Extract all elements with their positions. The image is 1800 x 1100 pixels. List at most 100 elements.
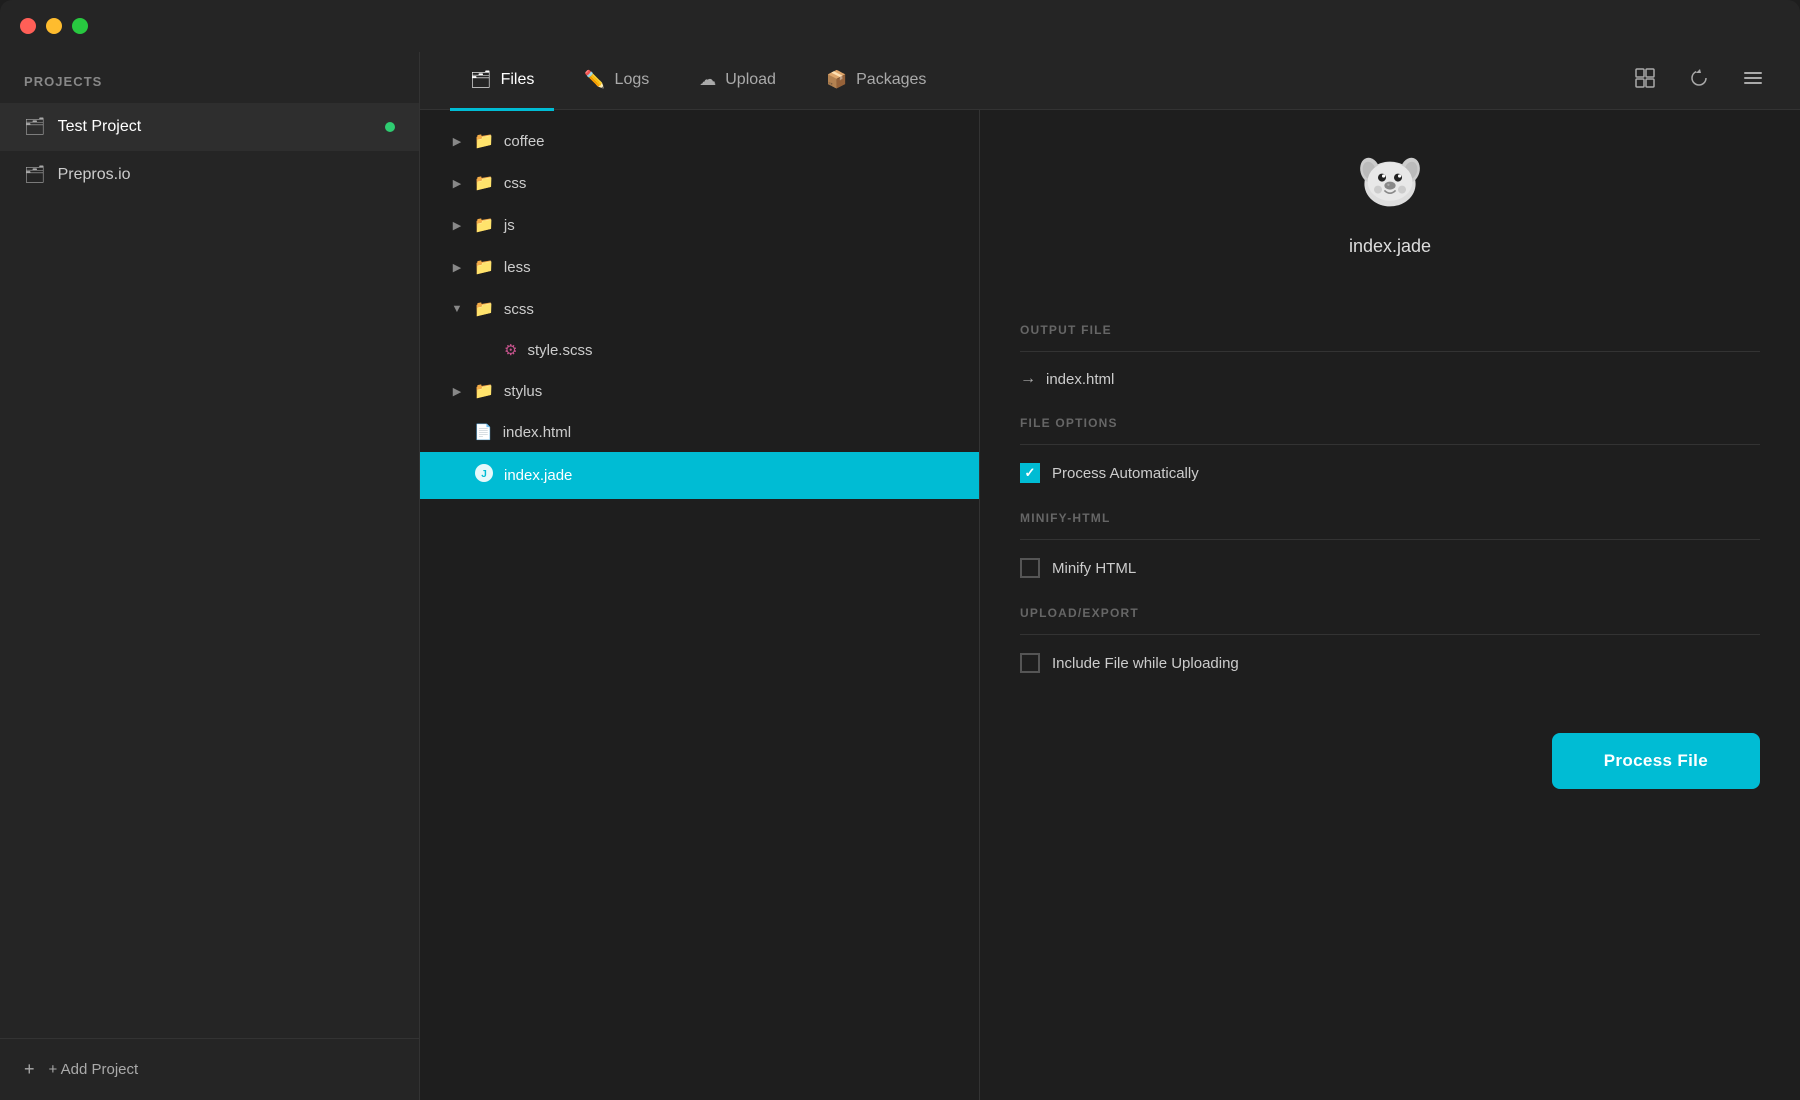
jade-file-icon: J — [474, 463, 494, 488]
tree-item-label: scss — [504, 301, 534, 318]
tree-item-label: stylus — [504, 383, 542, 400]
folder-tab-icon: 🗂 — [470, 70, 492, 90]
content-area: 🗂 Files ✏️ Logs ☁ Upload 📦 Packages — [420, 52, 1800, 1100]
tab-logs[interactable]: ✏️ Logs — [564, 53, 669, 111]
svg-text:J: J — [481, 469, 487, 480]
folder-icon: 📁 — [474, 381, 494, 401]
chevron-down-icon: ▼ — [450, 303, 464, 315]
minify-html-section: MINIFY-HTML Minify HTML — [1020, 511, 1760, 578]
main-layout: PROJECTS 🗂 Test Project 🗂 Prepros.io + +… — [0, 52, 1800, 1100]
tab-files-label: Files — [501, 71, 535, 89]
divider — [1020, 539, 1760, 540]
html-file-icon: 📄 — [474, 423, 493, 441]
divider — [1020, 444, 1760, 445]
tab-files[interactable]: 🗂 Files — [450, 53, 554, 111]
tab-packages[interactable]: 📦 Packages — [806, 53, 946, 111]
pen-tab-icon: ✏️ — [584, 70, 605, 90]
tab-upload-label: Upload — [725, 71, 776, 89]
output-file-section: OUTPUT FILE → index.html — [1020, 323, 1760, 388]
tree-item-label: index.jade — [504, 467, 572, 484]
chevron-right-icon: ▶ — [450, 261, 464, 274]
project-label: Prepros.io — [58, 166, 131, 184]
file-preview: index.jade — [1020, 140, 1760, 287]
tree-item-label: coffee — [504, 133, 545, 150]
prepros-mascot-icon — [1350, 140, 1430, 220]
divider — [1020, 351, 1760, 352]
traffic-lights — [20, 18, 88, 34]
tabs-bar: 🗂 Files ✏️ Logs ☁ Upload 📦 Packages — [420, 52, 1800, 110]
sidebar-item-prepros-io[interactable]: 🗂 Prepros.io — [0, 151, 419, 199]
process-auto-checkbox[interactable] — [1020, 463, 1040, 483]
sidebar-header: PROJECTS — [0, 52, 419, 103]
tree-item-stylus[interactable]: ▶ 📁 stylus — [420, 370, 979, 412]
tabs-left: 🗂 Files ✏️ Logs ☁ Upload 📦 Packages — [450, 52, 1628, 110]
file-options-section: FILE OPTIONS Process Automatically — [1020, 416, 1760, 483]
add-project-label: + Add Project — [49, 1061, 139, 1078]
include-file-row: Include File while Uploading — [1020, 653, 1760, 673]
sidebar: PROJECTS 🗂 Test Project 🗂 Prepros.io + +… — [0, 52, 420, 1100]
files-detail: ▶ 📁 coffee ▶ 📁 css ▶ 📁 js — [420, 110, 1800, 1100]
minify-html-option-label: Minify HTML — [1052, 560, 1136, 577]
project-label: Test Project — [58, 118, 142, 136]
include-file-checkbox[interactable] — [1020, 653, 1040, 673]
folder-icon: 📁 — [474, 173, 494, 193]
tree-item-style-scss[interactable]: ⚙ style.scss — [420, 330, 979, 370]
tree-item-label: css — [504, 175, 527, 192]
tree-item-less[interactable]: ▶ 📁 less — [420, 246, 979, 288]
divider — [1020, 634, 1760, 635]
tabs-right — [1628, 61, 1770, 101]
tree-item-label: style.scss — [527, 342, 592, 359]
close-button[interactable] — [20, 18, 36, 34]
chevron-right-icon: ▶ — [450, 135, 464, 148]
grid-icon — [1634, 67, 1656, 89]
tree-item-css[interactable]: ▶ 📁 css — [420, 162, 979, 204]
process-btn-container: Process File — [1020, 733, 1760, 789]
folder-icon: 📁 — [474, 257, 494, 277]
grid-view-button[interactable] — [1628, 61, 1662, 101]
process-auto-row: Process Automatically — [1020, 463, 1760, 483]
detail-file-name: index.jade — [1349, 236, 1431, 257]
folder-icon: 📁 — [474, 131, 494, 151]
cloud-tab-icon: ☁ — [699, 70, 716, 90]
process-auto-label: Process Automatically — [1052, 465, 1199, 482]
folder-icon: 📁 — [474, 299, 494, 319]
tree-item-js[interactable]: ▶ 📁 js — [420, 204, 979, 246]
tab-upload[interactable]: ☁ Upload — [679, 53, 796, 111]
minify-html-checkbox[interactable] — [1020, 558, 1040, 578]
tree-item-label: index.html — [503, 424, 571, 441]
chevron-right-icon: ▶ — [450, 219, 464, 232]
scss-file-icon: ⚙ — [504, 341, 517, 359]
maximize-button[interactable] — [72, 18, 88, 34]
arrow-right-icon: → — [1020, 370, 1036, 388]
file-options-label: FILE OPTIONS — [1020, 416, 1760, 430]
upload-export-section: UPLOAD/EXPORT Include File while Uploadi… — [1020, 606, 1760, 673]
folder-icon: 🗂 — [24, 165, 46, 185]
tree-item-label: less — [504, 259, 531, 276]
titlebar — [0, 0, 1800, 52]
tab-packages-label: Packages — [856, 71, 926, 89]
minify-html-row: Minify HTML — [1020, 558, 1760, 578]
tree-item-index-jade[interactable]: J index.jade — [420, 452, 979, 499]
sidebar-item-test-project[interactable]: 🗂 Test Project — [0, 103, 419, 151]
process-file-button[interactable]: Process File — [1552, 733, 1760, 789]
tab-logs-label: Logs — [615, 71, 650, 89]
sidebar-footer: + + Add Project — [0, 1038, 419, 1100]
add-project-button[interactable]: + + Add Project — [24, 1059, 138, 1080]
plus-icon: + — [24, 1059, 35, 1080]
tree-item-scss[interactable]: ▼ 📁 scss — [420, 288, 979, 330]
detail-panel: index.jade OUTPUT FILE → index.html FILE… — [980, 110, 1800, 1100]
upload-export-label: UPLOAD/EXPORT — [1020, 606, 1760, 620]
tree-item-coffee[interactable]: ▶ 📁 coffee — [420, 120, 979, 162]
file-tree: ▶ 📁 coffee ▶ 📁 css ▶ 📁 js — [420, 110, 980, 1100]
active-dot — [385, 122, 395, 132]
hamburger-icon — [1742, 67, 1764, 89]
output-file-label: OUTPUT FILE — [1020, 323, 1760, 337]
minify-html-label: MINIFY-HTML — [1020, 511, 1760, 525]
refresh-button[interactable] — [1682, 61, 1716, 101]
refresh-icon — [1688, 67, 1710, 89]
box-tab-icon: 📦 — [826, 70, 847, 90]
minimize-button[interactable] — [46, 18, 62, 34]
menu-button[interactable] — [1736, 61, 1770, 101]
tree-item-index-html[interactable]: 📄 index.html — [420, 412, 979, 452]
chevron-right-icon: ▶ — [450, 385, 464, 398]
